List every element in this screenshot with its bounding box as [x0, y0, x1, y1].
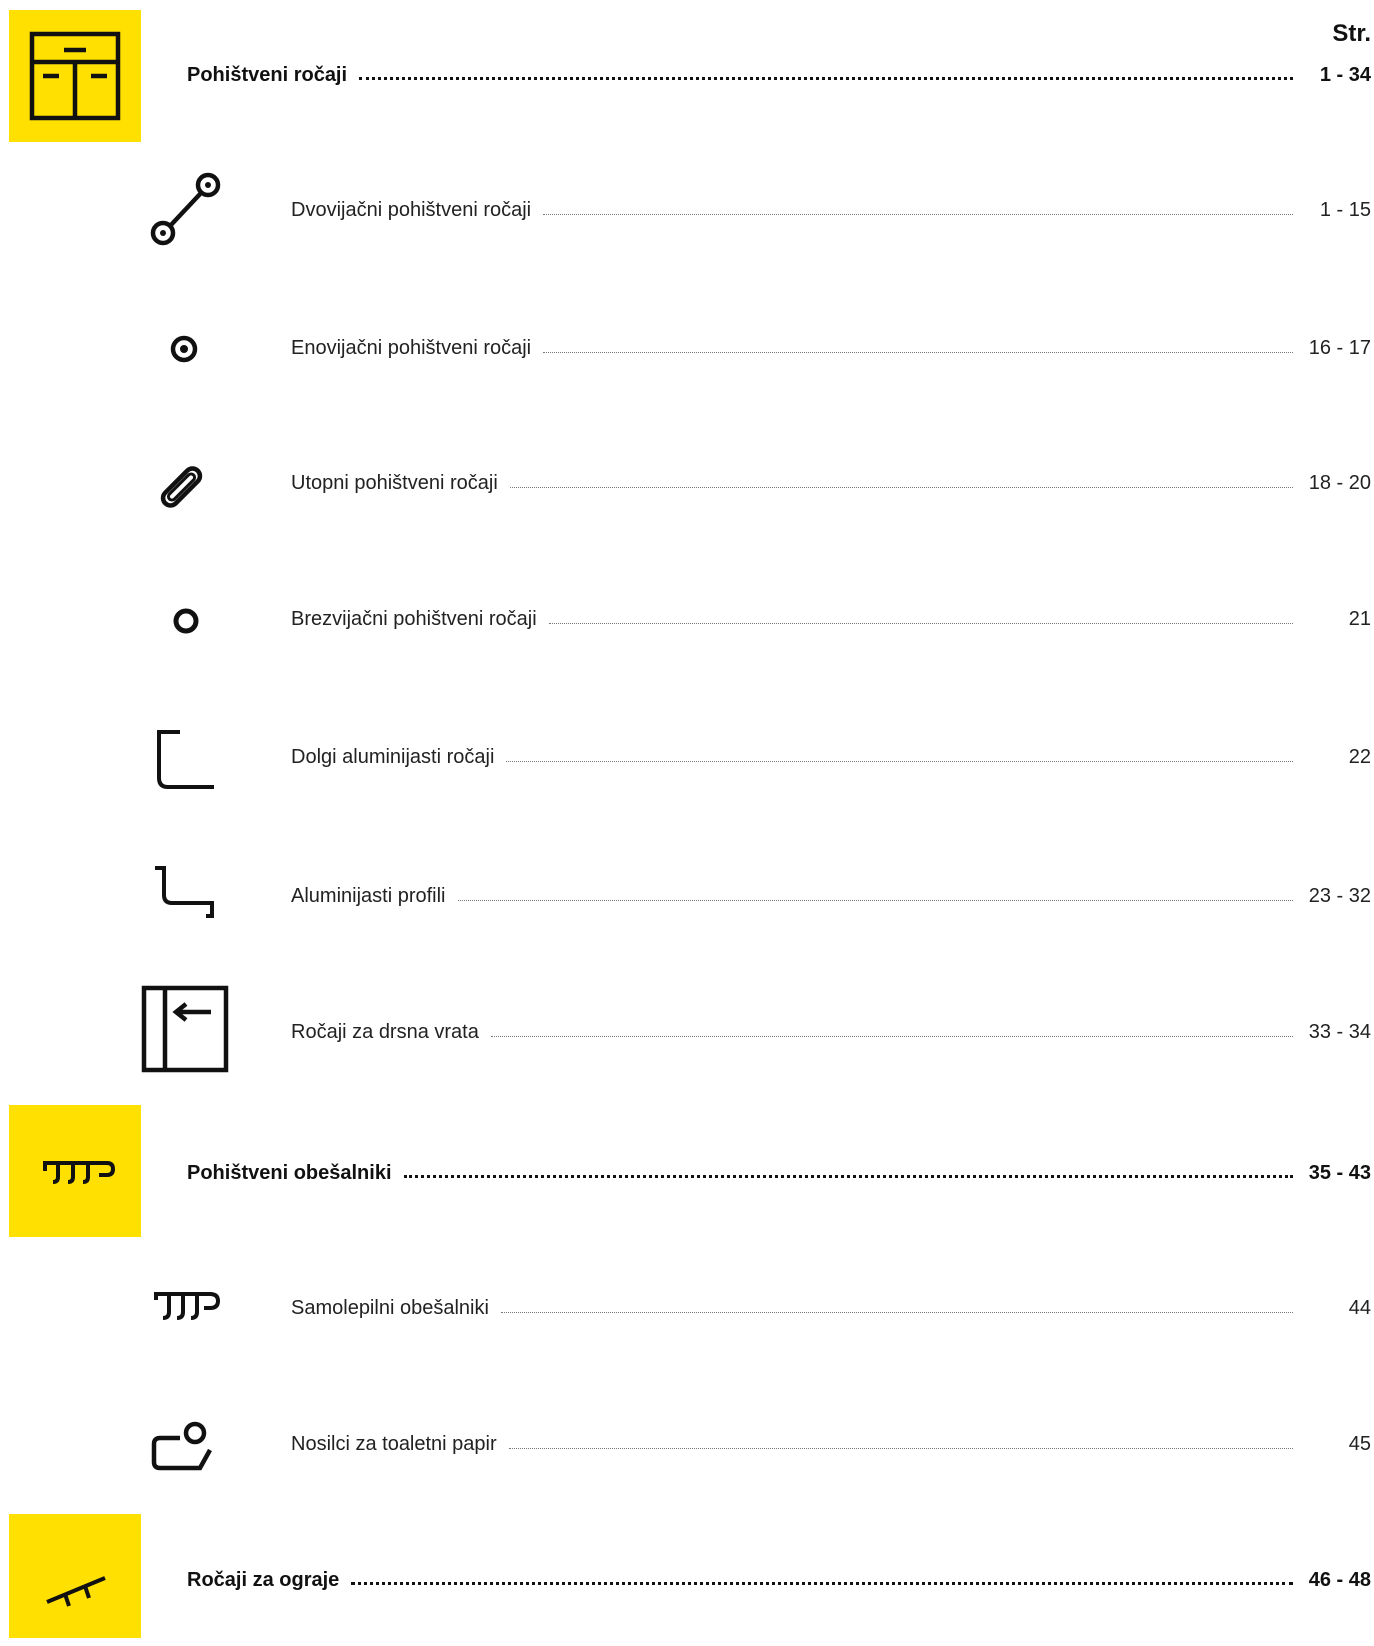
item-pages: 33 - 34 [1308, 1021, 1371, 1043]
leader-dots [500, 1308, 1293, 1313]
item-label: Nosilci za toaletni papir [291, 1433, 497, 1455]
item-label: Aluminijasti profili [291, 885, 446, 907]
adhesive-hook-icon [154, 1292, 221, 1320]
toc-item-row[interactable]: Dolgi aluminijasti ročaji 22 [291, 746, 1371, 769]
item-label: Dvovijačni pohištveni ročaji [291, 199, 532, 221]
railing-icon [46, 1576, 106, 1607]
leader-dots [403, 1171, 1293, 1178]
leader-dots [359, 73, 1293, 80]
toc-item-row[interactable]: Dvovijačni pohištveni ročaji 1 - 15 [291, 199, 1371, 222]
cabinet-icon [29, 31, 121, 121]
section-pages: 1 - 34 [1319, 64, 1371, 86]
toc-item-row[interactable]: Enovijačni pohištveni ročaji 16 - 17 [291, 337, 1371, 360]
item-label: Enovijačni pohištveni ročaji [291, 337, 532, 359]
sliding-door-icon [141, 985, 229, 1073]
knob-icon [170, 335, 198, 363]
item-pages: 22 [1348, 746, 1371, 768]
item-label: Utopni pohištveni ročaji [291, 472, 498, 494]
toc-section-row[interactable]: Ročaji za ograje 46 - 48 [187, 1569, 1371, 1592]
leader-dots [543, 348, 1293, 353]
section-pages: 46 - 48 [1308, 1569, 1371, 1591]
section-pages: 35 - 43 [1308, 1162, 1371, 1184]
leader-dots [548, 619, 1293, 624]
toc-item-row[interactable]: Ročaji za drsna vrata 33 - 34 [291, 1021, 1371, 1044]
page-column-header: Str. [1332, 20, 1371, 47]
coat-hook-icon [43, 1161, 116, 1184]
item-pages: 21 [1348, 608, 1371, 630]
ring-icon [173, 608, 199, 634]
item-pages: 45 [1348, 1433, 1371, 1455]
item-label: Dolgi aluminijasti ročaji [291, 746, 495, 768]
leader-dots [457, 896, 1293, 901]
item-label: Brezvijačni pohištveni ročaji [291, 608, 537, 630]
section-icon-box-railing-handles [9, 1514, 141, 1638]
item-pages: 44 [1348, 1297, 1371, 1319]
toc-item-row[interactable]: Aluminijasti profili 23 - 32 [291, 885, 1371, 908]
leader-dots [509, 483, 1293, 488]
leader-dots [490, 1032, 1293, 1037]
toc-item-row[interactable]: Brezvijačni pohištveni ročaji 21 [291, 608, 1371, 631]
item-pages: 1 - 15 [1319, 199, 1371, 221]
item-pages: 18 - 20 [1308, 472, 1371, 494]
toc-section-row[interactable]: Pohištveni obešalniki 35 - 43 [187, 1162, 1371, 1185]
toc-item-row[interactable]: Utopni pohištveni ročaji 18 - 20 [291, 472, 1371, 495]
section-title: Pohištveni ročaji [187, 64, 348, 86]
item-pages: 16 - 17 [1308, 337, 1371, 359]
toilet-paper-holder-icon [151, 1421, 212, 1471]
item-pages: 23 - 32 [1308, 885, 1371, 907]
long-profile-icon [157, 730, 214, 789]
toc-item-row[interactable]: Samolepilni obešalniki 44 [291, 1297, 1371, 1320]
section-title: Ročaji za ograje [187, 1569, 340, 1591]
section-icon-box-furniture-handles [9, 10, 141, 142]
recessed-handle-icon [160, 466, 203, 508]
leader-dots [351, 1578, 1293, 1585]
aluminium-profile-icon [155, 866, 214, 918]
leader-dots [508, 1444, 1293, 1449]
two-screw-handle-icon [150, 172, 221, 246]
toc-section-row[interactable]: Pohištveni ročaji 1 - 34 [187, 64, 1371, 87]
item-label: Samolepilni obešalniki [291, 1297, 489, 1319]
toc-item-row[interactable]: Nosilci za toaletni papir 45 [291, 1433, 1371, 1456]
item-label: Ročaji za drsna vrata [291, 1021, 479, 1043]
section-title: Pohištveni obešalniki [187, 1162, 392, 1184]
leader-dots [506, 757, 1293, 762]
leader-dots [543, 210, 1293, 215]
section-icon-box-furniture-hooks [9, 1105, 141, 1237]
